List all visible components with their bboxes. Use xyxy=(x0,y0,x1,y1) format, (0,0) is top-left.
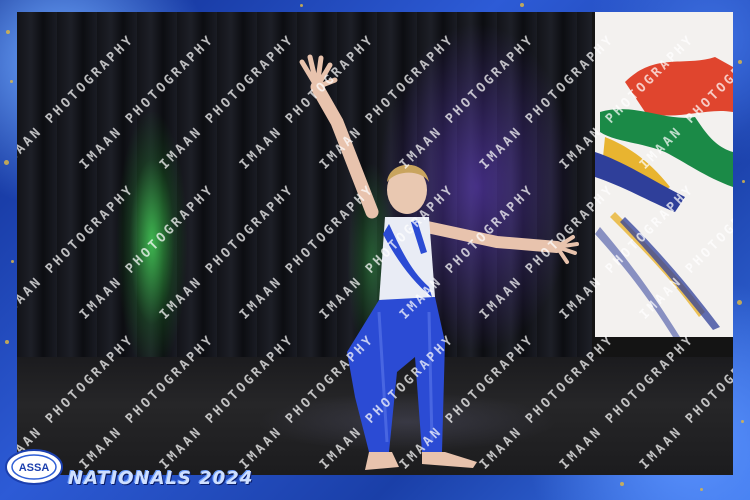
photo-frame: IMAAN PHOTOGRAPHY IMAAN PHOTOGRAPHY IMAA… xyxy=(0,0,750,500)
event-title: NATIONALS 2024 xyxy=(68,468,254,489)
dancer-figure xyxy=(299,54,579,470)
assa-logo: ASSA xyxy=(5,449,63,485)
stage-photo: IMAAN PHOTOGRAPHY IMAAN PHOTOGRAPHY IMAA… xyxy=(17,12,733,475)
logo-text: ASSA xyxy=(19,462,50,474)
